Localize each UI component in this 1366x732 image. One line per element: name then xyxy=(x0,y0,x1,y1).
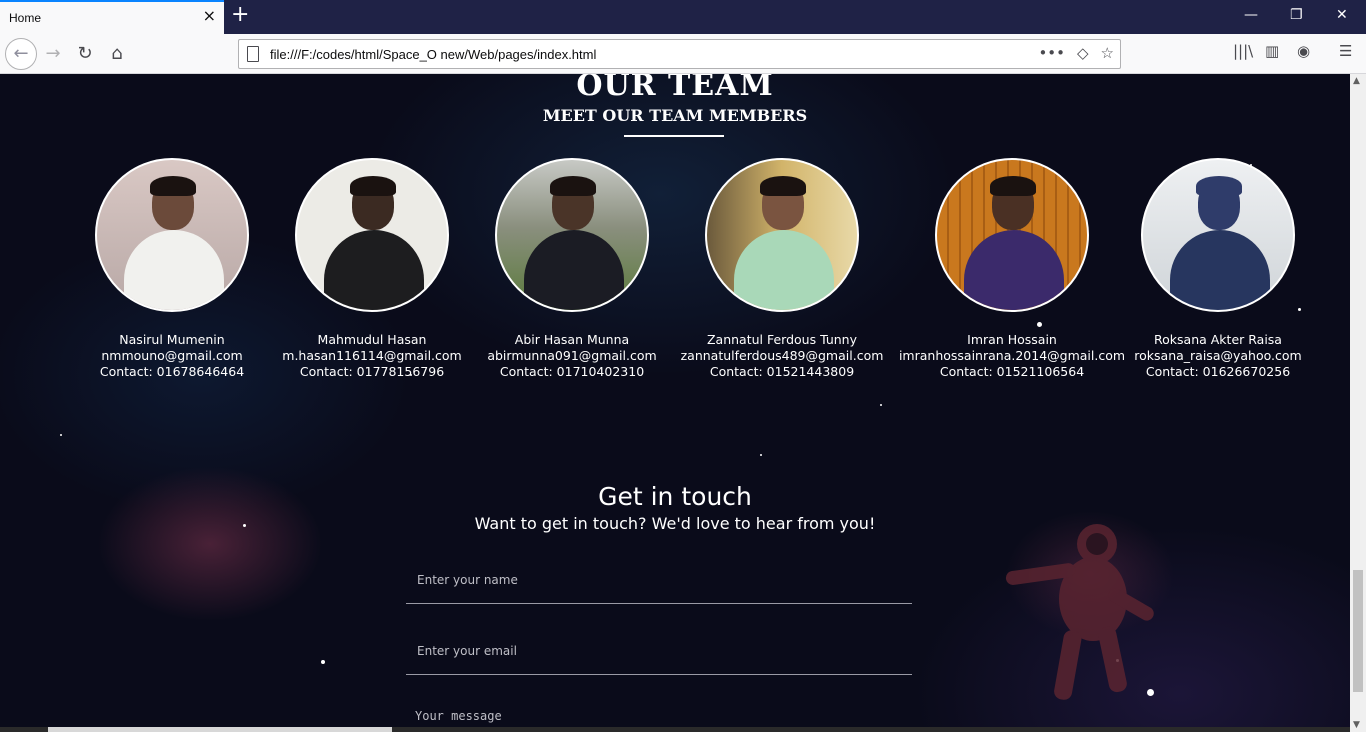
team-member-card: Zannatul Ferdous Tunny zannatulferdous48… xyxy=(667,158,897,380)
star xyxy=(760,454,762,456)
team-member-card: Mahmudul Hasan m.hasan116114@gmail.com C… xyxy=(257,158,487,380)
team-subheading: MEET OUR TEAM MEMBERS xyxy=(542,106,808,125)
close-window-button[interactable]: ✕ xyxy=(1336,7,1348,23)
url-text[interactable]: file:///F:/codes/html/Space_O new/Web/pa… xyxy=(270,47,596,62)
restore-button[interactable]: ❐ xyxy=(1290,7,1303,23)
menu-icon[interactable]: ☰ xyxy=(1339,42,1352,60)
team-member-card: Imran Hossain imranhossainrana.2014@gmai… xyxy=(897,158,1127,380)
page-icon xyxy=(247,46,259,62)
tab-title: Home xyxy=(9,11,42,25)
star xyxy=(60,434,62,436)
member-contact: Contact: 01710402310 xyxy=(499,364,645,379)
url-actions: ••• ◇ ☆ xyxy=(1026,44,1114,62)
scroll-thumb[interactable] xyxy=(1353,570,1363,692)
tab-close-icon[interactable]: × xyxy=(203,8,216,24)
library-icon[interactable]: |||\ xyxy=(1233,42,1253,60)
member-photo xyxy=(935,158,1089,312)
member-contact: Contact: 01521443809 xyxy=(709,364,855,379)
member-name: Imran Hossain xyxy=(967,332,1057,347)
name-field[interactable]: Enter your name xyxy=(406,566,912,604)
member-email: imranhossainrana.2014@gmail.com xyxy=(898,348,1126,363)
member-contact: Contact: 01626670256 xyxy=(1145,364,1291,379)
sidebar-icon[interactable]: ▥ xyxy=(1265,42,1279,60)
member-name: Nasirul Mumenin xyxy=(119,332,225,347)
tab-strip: Home × + — ❐ ✕ xyxy=(0,0,1366,34)
member-name: Zannatul Ferdous Tunny xyxy=(706,332,857,347)
home-icon[interactable]: ⌂ xyxy=(105,42,129,66)
astronaut-illustration xyxy=(1005,524,1154,700)
bookmark-icon[interactable]: ☆ xyxy=(1101,44,1114,62)
member-contact: Contact: 01778156796 xyxy=(299,364,445,379)
member-name: Abir Hasan Munna xyxy=(514,332,630,347)
member-photo xyxy=(95,158,249,312)
member-contact: Contact: 01678646464 xyxy=(99,364,245,379)
member-photo xyxy=(1141,158,1295,312)
reload-icon[interactable]: ↻ xyxy=(73,42,97,66)
member-name: Mahmudul Hasan xyxy=(317,332,427,347)
team-member-card: Roksana Akter Raisa roksana_raisa@yahoo.… xyxy=(1103,158,1333,380)
scroll-down-icon[interactable]: ▼ xyxy=(1353,720,1360,730)
name-placeholder: Enter your name xyxy=(417,573,518,587)
message-placeholder: Your message xyxy=(415,709,502,723)
team-member-card: Nasirul Mumenin nmmouno@gmail.com Contac… xyxy=(57,158,287,380)
page-content: OUR TEAM MEET OUR TEAM MEMBERS Nasirul M… xyxy=(0,74,1350,732)
contact-subtitle: Want to get in touch? We'd love to hear … xyxy=(474,514,876,533)
member-email: zannatulferdous489@gmail.com xyxy=(680,348,884,363)
heading-divider xyxy=(624,135,724,137)
contact-title: Get in touch xyxy=(598,482,752,511)
taskbar-strip xyxy=(0,727,1350,732)
forward-icon[interactable]: → xyxy=(41,42,65,66)
email-field[interactable]: Enter your email xyxy=(406,637,912,675)
email-placeholder: Enter your email xyxy=(417,644,517,658)
member-photo xyxy=(705,158,859,312)
member-email: m.hasan116114@gmail.com xyxy=(282,348,462,363)
tab-home[interactable]: Home × xyxy=(0,0,224,34)
member-email: abirmunna091@gmail.com xyxy=(487,348,657,363)
account-icon[interactable]: ◉ xyxy=(1297,42,1310,60)
member-photo xyxy=(495,158,649,312)
star xyxy=(321,660,325,664)
member-contact: Contact: 01521106564 xyxy=(939,364,1085,379)
page-actions-icon[interactable]: ••• xyxy=(1038,44,1065,62)
pocket-icon[interactable]: ◇ xyxy=(1077,44,1089,62)
star xyxy=(880,404,882,406)
navigation-toolbar: ← → ↻ ⌂ file:///F:/codes/html/Space_O ne… xyxy=(0,34,1366,74)
member-name: Roksana Akter Raisa xyxy=(1154,332,1282,347)
back-icon[interactable]: ← xyxy=(5,38,37,70)
vertical-scrollbar[interactable]: ▲ ▼ xyxy=(1350,74,1366,732)
horizontal-scroll-thumb[interactable] xyxy=(48,727,392,732)
member-email: roksana_raisa@yahoo.com xyxy=(1134,348,1302,363)
member-email: nmmouno@gmail.com xyxy=(101,348,243,363)
member-photo xyxy=(295,158,449,312)
url-bar[interactable]: file:///F:/codes/html/Space_O new/Web/pa… xyxy=(238,39,1121,69)
minimize-button[interactable]: — xyxy=(1244,7,1258,23)
new-tab-button[interactable]: + xyxy=(231,4,249,26)
team-heading: OUR TEAM xyxy=(576,74,774,103)
scroll-up-icon[interactable]: ▲ xyxy=(1353,76,1360,86)
team-member-card: Abir Hasan Munna abirmunna091@gmail.com … xyxy=(457,158,687,380)
